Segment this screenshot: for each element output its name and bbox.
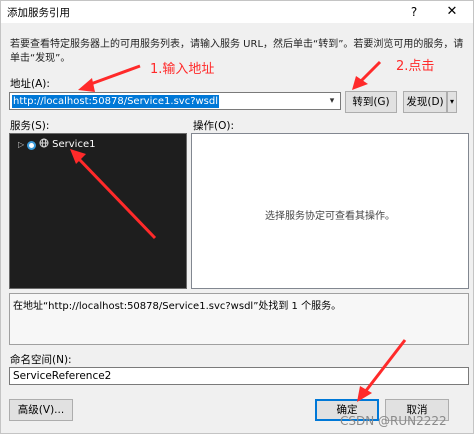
close-button[interactable]: ✕ [437,2,467,22]
address-combobox[interactable]: http://localhost:50878/Service1.svc?wsdl… [9,92,341,110]
globe-icon [39,138,49,153]
status-box: 在地址“http://localhost:50878/Service1.svc?… [9,293,469,345]
status-text: 在地址“http://localhost:50878/Service1.svc?… [13,301,342,312]
service-status-icon [27,140,37,150]
discover-dropdown-arrow[interactable]: ▾ [447,91,457,113]
expand-arrow-icon[interactable]: ▷ [18,138,24,152]
service-name: Service1 [52,139,96,150]
services-label: 服务(S): [10,120,50,132]
operations-empty-message: 选择服务协定可查看其操作。 [265,211,395,222]
address-input-value[interactable]: http://localhost:50878/Service1.svc?wsdl [12,95,220,108]
chevron-down-icon[interactable]: ▾ [324,93,340,109]
annotation-step1: 1.输入地址 [150,62,215,77]
advanced-button[interactable]: 高级(V)... [9,399,73,421]
operations-list[interactable]: 选择服务协定可查看其操作。 [191,133,469,289]
tree-item-service1[interactable]: ▷ Service1 [18,138,95,152]
namespace-input[interactable]: ServiceReference2 [9,367,469,385]
dialog-title: 添加服务引用 [7,7,70,19]
help-button[interactable]: ? [399,2,429,22]
watermark: CSDN @RUN2222 [340,414,447,428]
title-bar: 添加服务引用 ? ✕ [1,1,473,23]
discover-button[interactable]: 发现(D) [403,91,447,113]
operations-label: 操作(O): [193,120,234,132]
namespace-label: 命名空间(N): [10,354,72,366]
services-tree[interactable]: ▷ Service1 [9,133,187,289]
address-label: 地址(A): [10,78,50,90]
go-button[interactable]: 转到(G) [345,91,397,113]
annotation-step2: 2.点击 [396,59,435,74]
